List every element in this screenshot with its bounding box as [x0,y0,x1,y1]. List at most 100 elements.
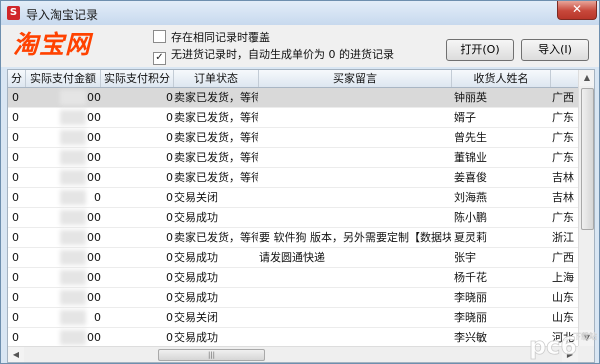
watermark-subtext: 下载站 [573,331,597,341]
paid-points-cell: 0 [166,291,173,304]
buyer-message-cell [259,208,451,227]
auto-generate-label: 无进货记录时，自动生成单价为 0 的进货记录 [171,48,394,61]
receiver-name-cell: 张宇 [454,251,476,264]
paid-points-cell: 0 [166,271,173,284]
receiver-name-cell: 杨千花 [454,271,487,284]
buyer-message-cell [259,288,451,307]
redacted-amount-blur [60,250,86,265]
scroll-up-icon[interactable]: ▲ [579,70,594,86]
redacted-amount-blur [60,130,86,145]
paid-points-cell: 0 [166,171,173,184]
col-header-receiver-name[interactable]: 收货人姓名 [452,70,551,87]
fen-cell: 0 [12,91,19,104]
col-header-paid-amount[interactable]: 实际支付金额 [26,70,101,87]
buyer-message-cell [259,308,451,327]
fen-cell: 0 [12,291,19,304]
table-row[interactable]: 0 00 0 交易成功 李晓丽 山东 [8,288,578,308]
close-button[interactable]: ✕ [557,1,597,20]
fen-cell: 0 [12,171,19,184]
fen-cell: 0 [12,231,19,244]
order-status-cell: 交易成功 [174,291,218,304]
table-row[interactable]: 0 00 0 交易成功 杨千花 上海 [8,268,578,288]
redacted-amount-blur [60,110,86,125]
table-row[interactable]: 0 00 0 交易成功 李兴敏 河北 [8,328,578,348]
buyer-message-cell [259,168,451,187]
fen-cell: 0 [12,331,19,344]
open-button[interactable]: 打开(O) [446,39,514,61]
table-row[interactable]: 0000卖家已发货，等待买婿子广东 [8,108,578,128]
paid-amount-cell: 00 [87,211,101,224]
paid-points-cell: 0 [166,191,173,204]
title-bar[interactable]: S 导入淘宝记录 ✕ [1,1,599,25]
paid-amount-cell: 0 [94,311,101,324]
paid-points-cell: 0 [166,151,173,164]
table-row[interactable]: 0000卖家已发货，等待买曾先生广东 [8,128,578,148]
receiver-name-cell: 曾先生 [454,131,487,144]
fen-cell: 0 [12,271,19,284]
paid-amount-cell: 0 [94,191,101,204]
order-status-cell: 卖家已发货，等待买 [174,131,258,144]
horizontal-scroll-thumb[interactable]: ||| [158,349,265,361]
buyer-message-cell [259,268,451,287]
region-cell: 广东 [552,111,574,124]
table-row[interactable]: 0 00 0 交易成功 陈小鹏 广东 [8,208,578,228]
table-row[interactable]: 0000卖家已发货，等待买要 软件狗 版本，另外需要定制【数据块夏灵莉浙江 [8,228,578,248]
paid-points-cell: 0 [166,91,173,104]
col-header-fen[interactable]: 分 [8,70,26,87]
paid-points-cell: 0 [166,331,173,344]
redacted-amount-blur [60,330,86,345]
paid-amount-cell: 00 [87,171,101,184]
horizontal-scrollbar[interactable]: ◀ ||| ▶ [8,346,578,362]
paid-amount-cell: 00 [87,151,101,164]
table-row[interactable]: 0000卖家已发货，等待买董锦业广东 [8,148,578,168]
options-panel: 淘宝网 存在相同记录时覆盖 ✓ 无进货记录时，自动生成单价为 0 的进货记录 打开… [1,25,599,67]
paid-points-cell: 0 [166,211,173,224]
fen-cell: 0 [12,131,19,144]
col-header-order-status[interactable]: 订单状态 [174,70,259,87]
order-status-cell: 卖家已发货，等待买 [174,151,258,164]
col-header-region[interactable] [551,70,578,87]
order-status-cell: 交易成功 [174,271,218,284]
window-title: 导入淘宝记录 [26,8,99,22]
receiver-name-cell: 夏灵莉 [454,231,487,244]
paid-amount-cell: 00 [87,331,101,344]
region-cell: 吉林 [552,191,574,204]
redacted-amount-blur [60,310,86,325]
buyer-message-cell: 要 软件狗 版本，另外需要定制【数据块 [259,231,451,244]
col-header-paid-points[interactable]: 实际支付积分 [101,70,174,87]
records-table[interactable]: 分 实际支付金额 实际支付积分 订单状态 买家留言 收货人姓名 0 00 0 卖家已发… [7,69,595,363]
overwrite-label: 存在相同记录时覆盖 [171,31,270,44]
order-status-cell: 交易成功 [174,251,218,264]
import-taobao-window: S 导入淘宝记录 ✕ 淘宝网 存在相同记录时覆盖 ✓ 无进货记录时，自动生成单价为… [0,0,600,364]
table-row[interactable]: 0 0 0 交易关闭 刘海燕 吉林 [8,188,578,208]
auto-generate-checkbox[interactable]: ✓ [153,52,166,65]
app-icon: S [7,6,20,20]
receiver-name-cell: 刘海燕 [454,191,487,204]
order-status-cell: 卖家已发货，等待买 [174,111,258,124]
receiver-name-cell: 李晓丽 [454,291,487,304]
table-row[interactable]: 0 0 0 交易关闭 李晓丽 山东 [8,308,578,328]
overwrite-option[interactable]: 存在相同记录时覆盖 [153,30,270,44]
region-cell: 广东 [552,151,574,164]
table-row[interactable]: 0000卖家已发货，等待买钟丽英广西 [8,88,578,108]
buyer-message-cell [259,88,451,107]
paid-amount-cell: 00 [87,291,101,304]
paid-amount-cell: 00 [87,131,101,144]
paid-points-cell: 0 [166,231,173,244]
scroll-left-icon[interactable]: ◀ [8,347,24,362]
auto-generate-option[interactable]: ✓ 无进货记录时，自动生成单价为 0 的进货记录 [153,48,394,65]
region-cell: 浙江 [552,231,574,244]
paid-amount-cell: 00 [87,111,101,124]
paid-points-cell: 0 [166,111,173,124]
vertical-scrollbar[interactable]: ▲ ▼ [578,70,594,346]
import-button[interactable]: 导入(I) [521,39,589,61]
table-row[interactable]: 0 00 0 交易成功 请发圆通快递 张宇 广西 [8,248,578,268]
overwrite-checkbox[interactable] [153,30,166,43]
table-row[interactable]: 0000卖家已发货，等待买姜喜俊吉林 [8,168,578,188]
table-body: 0000卖家已发货，等待买钟丽英广西0000卖家已发货，等待买婿子广东0000卖… [8,88,578,348]
region-cell: 广东 [552,131,574,144]
fen-cell: 0 [12,151,19,164]
vertical-scroll-thumb[interactable] [581,88,594,230]
order-status-cell: 卖家已发货，等待买 [174,231,258,244]
col-header-buyer-message[interactable]: 买家留言 [259,70,452,87]
